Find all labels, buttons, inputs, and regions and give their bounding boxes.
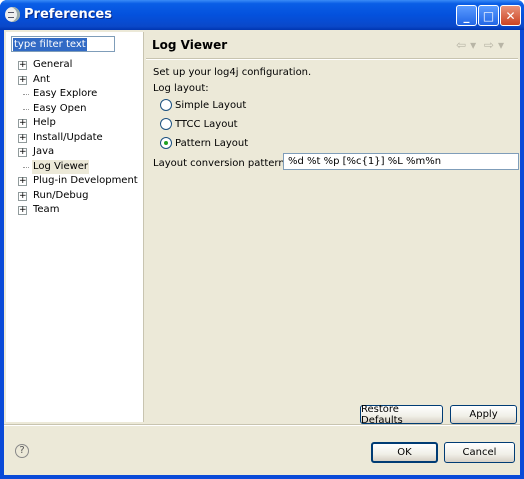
tree-item[interactable]: Easy Explore — [6, 87, 144, 102]
tree-connector — [23, 166, 29, 168]
tree-item[interactable]: + Help — [6, 116, 144, 131]
help-icon[interactable]: ? — [15, 444, 29, 458]
tree-item[interactable]: + Java — [6, 145, 144, 160]
window-title: Preferences — [24, 7, 112, 22]
tree-item[interactable]: + General — [6, 58, 144, 73]
tree-connector — [23, 94, 29, 95]
apply-button[interactable]: Apply — [450, 405, 517, 424]
expand-icon[interactable]: + — [18, 206, 27, 215]
radio-pattern-layout[interactable]: Pattern Layout — [160, 136, 248, 150]
preference-nav-panel: type filter text + General + Ant Easy Explor… — [6, 32, 144, 422]
forward-arrow-icon[interactable]: ⇨ — [484, 38, 494, 52]
tree-item[interactable]: + Run/Debug — [6, 189, 144, 204]
forward-dropdown-icon[interactable]: ▾ — [498, 38, 504, 52]
radio-button-checked[interactable] — [160, 137, 172, 149]
expand-icon[interactable]: + — [18, 191, 27, 201]
expand-icon[interactable]: + — [18, 75, 27, 85]
expand-icon[interactable]: + — [18, 119, 27, 128]
tree-item-label: Easy Open — [33, 102, 87, 114]
ok-button[interactable]: OK — [371, 442, 438, 463]
radio-label: TTCC Layout — [175, 118, 238, 130]
expand-icon[interactable]: + — [18, 148, 27, 157]
expand-icon[interactable]: + — [18, 177, 27, 186]
tree-item-label: Easy Explore — [33, 88, 98, 99]
cancel-button[interactable]: Cancel — [444, 442, 515, 463]
tree-item[interactable]: + Team — [6, 203, 144, 218]
radio-label: Simple Layout — [175, 99, 247, 111]
dialog-body: type filter text + General + Ant Easy Explor… — [4, 30, 520, 475]
tree-item-label: Plug-in Development — [33, 175, 138, 186]
tree-item[interactable]: + Install/Update — [6, 131, 144, 146]
tree-item[interactable]: Log Viewer — [6, 159, 144, 175]
title-separator — [146, 58, 518, 60]
tree-item[interactable]: + Plug-in Development — [6, 174, 144, 189]
minimize-button[interactable]: _ — [456, 5, 477, 26]
history-nav: ⇦ ▾ ⇨ ▾ — [456, 38, 508, 52]
tree-item-label: Ant — [33, 73, 51, 85]
radio-button[interactable] — [160, 99, 172, 111]
radio-simple-layout[interactable]: Simple Layout — [160, 98, 246, 112]
tree-item-label: Install/Update — [33, 131, 103, 143]
preference-page: Log Viewer ⇦ ▾ ⇨ ▾ Set up your log4j confi… — [146, 32, 519, 426]
page-title: Log Viewer — [152, 38, 228, 52]
restore-defaults-button[interactable]: Restore Defaults — [360, 404, 443, 426]
tree-item[interactable]: Easy Open — [6, 102, 144, 117]
eclipse-icon — [5, 7, 20, 22]
page-description: Set up your log4j configuration. — [153, 67, 312, 78]
pattern-input[interactable]: %d %t %p [%c{1}] %L %m%n — [283, 153, 519, 170]
button-bar-separator — [4, 424, 520, 426]
tree-item-label: Help — [33, 117, 56, 128]
radio-label: Pattern Layout — [175, 137, 249, 149]
tree-item-label: Java — [33, 146, 55, 157]
preferences-window: Preferences _ □ ✕ type filter text + Gene… — [0, 0, 524, 479]
tree-item-label: General — [33, 59, 73, 70]
filter-input-text: type filter text — [13, 37, 87, 51]
close-button[interactable]: ✕ — [500, 5, 521, 26]
title-bar[interactable]: Preferences _ □ ✕ — [0, 0, 524, 30]
preference-tree: + General + Ant Easy Explore Easy Open + Help + I… — [6, 58, 144, 218]
tree-item[interactable]: + Ant — [6, 73, 144, 88]
expand-icon[interactable]: + — [18, 61, 27, 70]
radio-button[interactable] — [160, 118, 172, 130]
maximize-button[interactable]: □ — [478, 5, 499, 26]
radio-ttcc-layout[interactable]: TTCC Layout — [160, 117, 238, 131]
filter-input[interactable]: type filter text — [11, 36, 115, 52]
tree-item-label: Log Viewer — [32, 159, 90, 174]
back-arrow-icon[interactable]: ⇦ — [456, 38, 466, 52]
tree-item-label: Team — [33, 204, 60, 215]
back-dropdown-icon[interactable]: ▾ — [470, 38, 476, 52]
tree-connector — [23, 108, 29, 110]
expand-icon[interactable]: + — [18, 133, 27, 143]
log-layout-label: Log layout: — [153, 83, 209, 94]
pattern-label: Layout conversion pattern: — [153, 158, 289, 169]
tree-item-label: Run/Debug — [33, 189, 89, 201]
